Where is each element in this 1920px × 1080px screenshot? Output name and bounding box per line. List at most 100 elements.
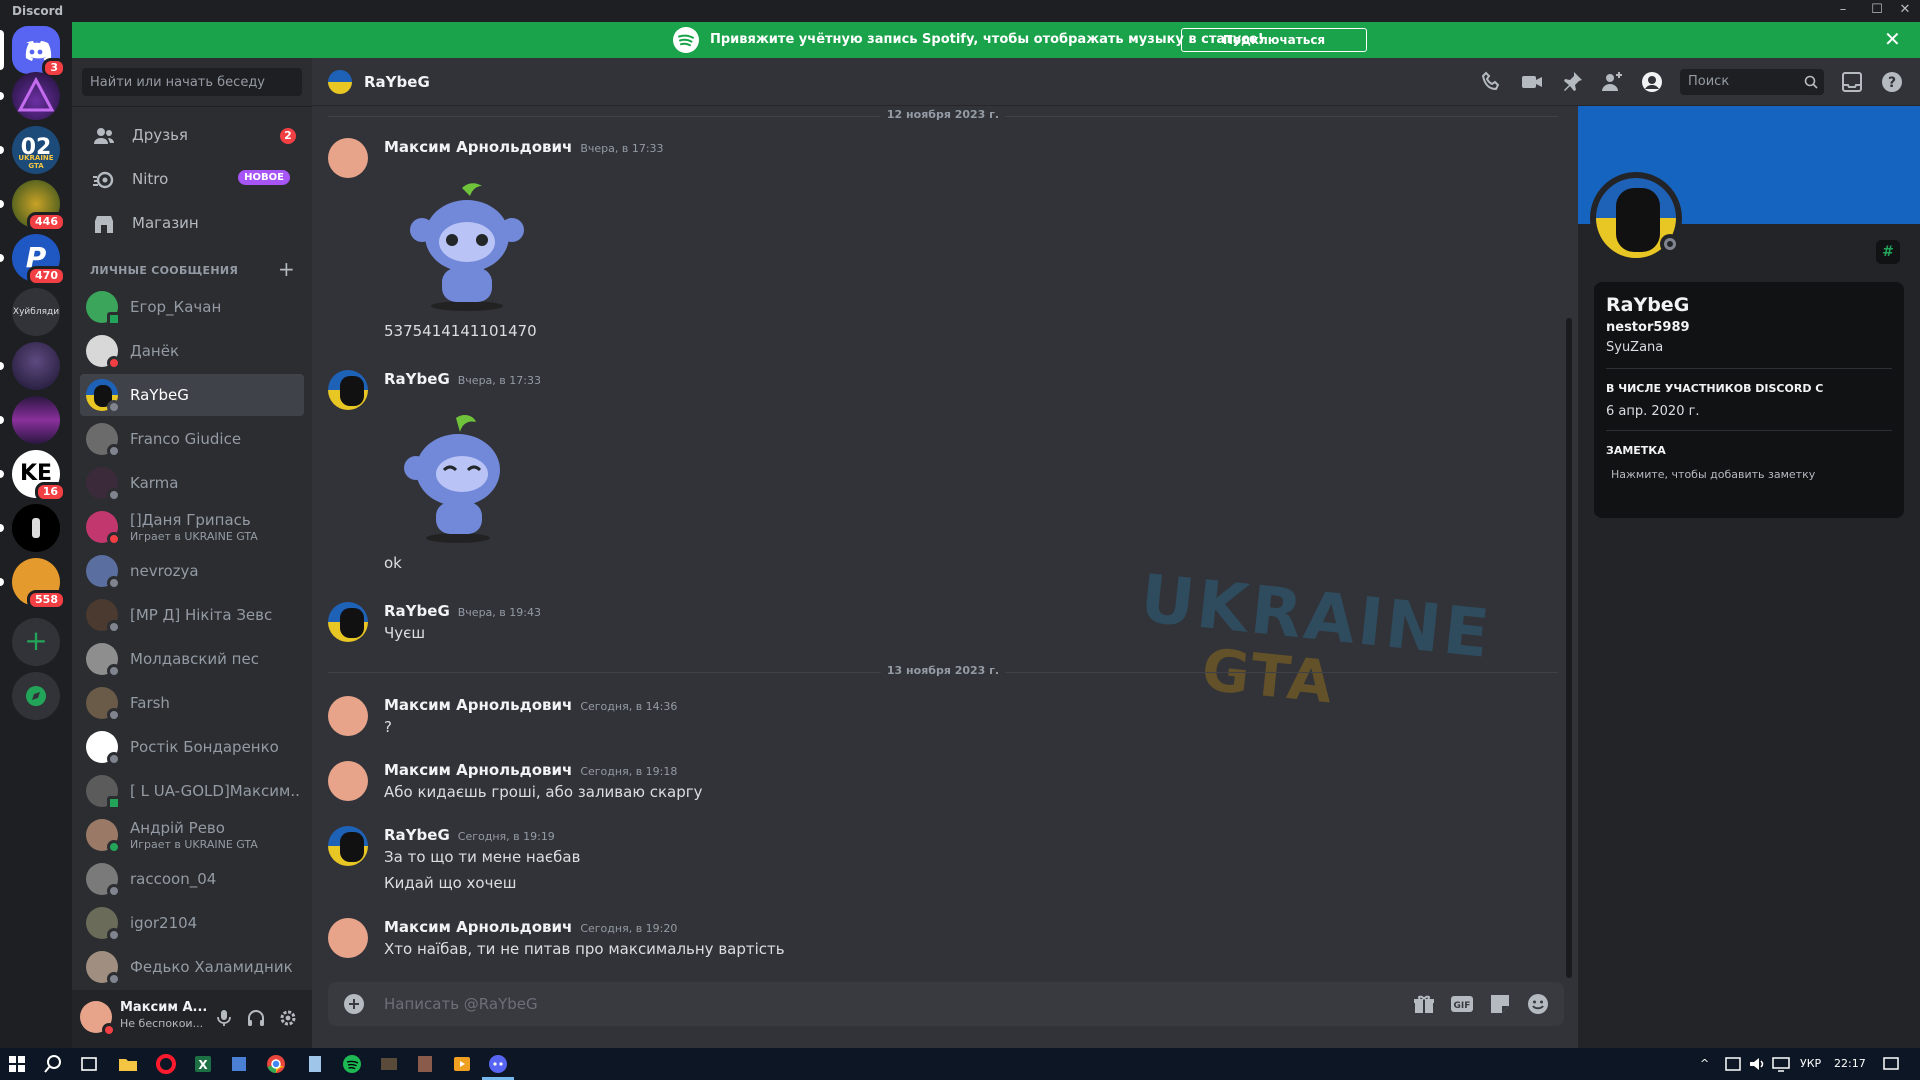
server-icon[interactable]: Хуйбляди [12, 288, 60, 336]
dm-search-input[interactable]: Найти или начать беседу [82, 68, 302, 96]
add-friend-icon[interactable] [1600, 70, 1624, 94]
search-icon[interactable] [42, 1053, 64, 1075]
pin-icon[interactable] [1560, 70, 1584, 94]
avatar[interactable] [328, 761, 368, 801]
chat-header: RaYbeG Поиск ? [312, 58, 1920, 106]
wumpus-sticker[interactable] [396, 412, 526, 544]
gift-icon[interactable] [1412, 992, 1436, 1016]
inbox-icon[interactable] [1840, 70, 1864, 94]
dm-item[interactable]: nevrozya [80, 550, 304, 592]
svg-text:?: ? [1888, 75, 1896, 91]
emoji-icon[interactable] [1526, 992, 1550, 1016]
avatar[interactable] [328, 826, 368, 866]
dm-item[interactable]: Молдавский пес [80, 638, 304, 680]
message-timestamp: Сегодня, в 19:19 [457, 830, 555, 843]
tray-app-icon[interactable] [1722, 1053, 1744, 1075]
message-author[interactable]: Максим Арнольдович [384, 918, 572, 936]
wumpus-sticker[interactable] [402, 180, 532, 312]
windows-start-icon[interactable] [6, 1053, 28, 1075]
excel-icon[interactable]: X [192, 1053, 214, 1075]
message-author[interactable]: RaYbeG [384, 370, 450, 388]
attach-plus-icon[interactable] [344, 994, 364, 1014]
notepad-icon[interactable] [304, 1053, 326, 1075]
nav-shop[interactable]: Магазин [80, 202, 304, 244]
message-author[interactable]: Максим Арнольдович [384, 761, 572, 779]
chat-scrollbar[interactable] [1566, 318, 1572, 978]
chrome-icon[interactable] [265, 1053, 287, 1075]
microphone-icon[interactable] [214, 1008, 234, 1028]
dm-item[interactable]: raccoon_04 [80, 858, 304, 900]
dm-item-selected[interactable]: RaYbeG [80, 374, 304, 416]
dm-item[interactable]: Franco Giudice [80, 418, 304, 460]
create-dm-plus-icon[interactable]: + [278, 257, 295, 281]
user-profile-icon[interactable] [1640, 70, 1664, 94]
explore-servers-button[interactable] [12, 672, 60, 720]
video-call-icon[interactable] [1520, 70, 1544, 94]
home-dm-button[interactable]: 3 [0, 26, 66, 78]
dm-item[interactable]: Farsh [80, 682, 304, 724]
dm-item[interactable]: Федько Халамидник [80, 946, 304, 988]
close-window-button[interactable]: ✕ [1888, 0, 1920, 22]
game-icon[interactable] [414, 1053, 436, 1075]
avatar[interactable] [328, 696, 368, 736]
dm-item[interactable]: Андрій Рево Играет в UKRAINE GTA [80, 814, 304, 856]
dm-item[interactable]: []Даня Грипась Играет в UKRAINE GTA [80, 506, 304, 548]
video-player-icon[interactable] [451, 1053, 473, 1075]
add-server-button[interactable]: + [12, 618, 60, 666]
notification-center-icon[interactable] [1880, 1053, 1902, 1075]
dm-item[interactable]: Данёк [80, 330, 304, 372]
note-input[interactable]: Нажмите, чтобы добавить заметку [1611, 468, 1815, 481]
server-icon[interactable]: 446 [0, 180, 66, 232]
dm-item[interactable]: igor2104 [80, 902, 304, 944]
file-explorer-icon[interactable] [117, 1053, 139, 1075]
discord-taskbar-icon[interactable] [487, 1053, 509, 1075]
server-icon[interactable] [0, 72, 60, 120]
server-icon[interactable]: KE 16 [0, 450, 66, 502]
server-icon[interactable]: 02 UKRAINE GTA [0, 126, 60, 174]
message-input-placeholder: Написать @RaYbeG [384, 995, 538, 1013]
network-icon[interactable] [1770, 1053, 1792, 1075]
server-icon[interactable] [0, 396, 60, 444]
opera-icon[interactable] [155, 1053, 177, 1075]
language-indicator[interactable]: УКР [1800, 1057, 1821, 1070]
search-input[interactable]: Поиск [1680, 69, 1824, 95]
spotify-icon[interactable] [341, 1053, 363, 1075]
settings-gear-icon[interactable] [278, 1008, 298, 1028]
server-icon[interactable]: 558 [0, 558, 66, 610]
game-icon[interactable] [378, 1053, 400, 1075]
avatar[interactable] [328, 370, 368, 410]
message-author[interactable]: RaYbeG [384, 602, 450, 620]
dm-item[interactable]: Ростік Бондаренко [80, 726, 304, 768]
dm-item[interactable]: [MP Д] Нікіта Зевс [80, 594, 304, 636]
minimize-button[interactable]: – [1826, 0, 1860, 22]
avatar[interactable] [328, 918, 368, 958]
voice-call-icon[interactable] [1480, 70, 1504, 94]
gif-icon[interactable]: GIF [1450, 992, 1474, 1016]
avatar[interactable] [328, 138, 368, 178]
dm-item[interactable]: [ L UA-GOLD]Максим... [80, 770, 304, 812]
hashtag-badge-icon[interactable]: # [1876, 240, 1900, 264]
task-view-icon[interactable] [78, 1053, 100, 1075]
nav-nitro[interactable]: Nitro НОВОЕ [80, 158, 304, 200]
message-composer[interactable]: Написать @RaYbeG GIF [328, 982, 1564, 1026]
server-icon[interactable] [0, 342, 60, 390]
volume-icon[interactable] [1746, 1053, 1768, 1075]
current-user-status: Не беспокои... [120, 1017, 204, 1030]
avatar[interactable] [328, 602, 368, 642]
server-icon[interactable]: P 470 [0, 234, 66, 286]
spotify-connect-button[interactable]: Подключаться [1181, 28, 1367, 52]
tray-chevron-icon[interactable]: ^ [1700, 1057, 1709, 1070]
clock[interactable]: 22:17 [1834, 1057, 1866, 1070]
app-icon[interactable] [228, 1053, 250, 1075]
message-author[interactable]: RaYbeG [384, 826, 450, 844]
close-banner-icon[interactable]: ✕ [1884, 28, 1901, 50]
headphones-icon[interactable] [246, 1008, 266, 1028]
server-icon[interactable] [0, 504, 60, 552]
message-author[interactable]: Максим Арнольдович [384, 138, 572, 156]
dm-item[interactable]: Karma [80, 462, 304, 504]
message-author[interactable]: Максим Арнольдович [384, 696, 572, 714]
dm-item[interactable]: Егор_Качан [80, 286, 304, 328]
help-icon[interactable]: ? [1880, 70, 1904, 94]
nav-friends[interactable]: Друзья 2 [80, 114, 304, 156]
sticker-icon[interactable] [1488, 992, 1512, 1016]
